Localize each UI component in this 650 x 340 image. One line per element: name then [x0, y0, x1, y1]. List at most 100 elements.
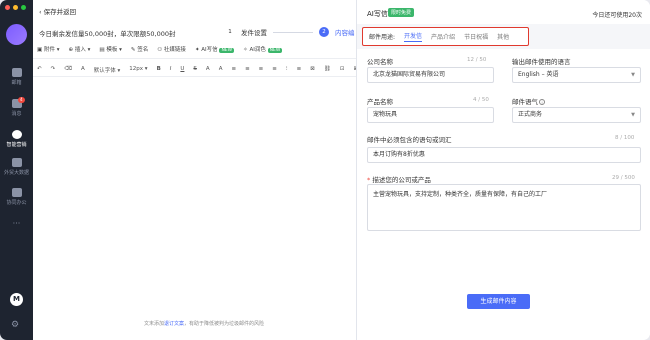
sidebar-item-mail[interactable]: 邮箱 — [0, 68, 33, 86]
marketing-icon — [11, 130, 22, 139]
gear-icon[interactable]: ⚙ — [11, 320, 19, 330]
phrase-input[interactable]: 本月订购有8折优惠 — [367, 147, 641, 163]
free-badge: 限时免费 — [388, 8, 415, 17]
insert-button[interactable]: ⊕ 插入 ▾ — [68, 45, 90, 53]
new-badge: NEW — [219, 48, 235, 53]
email-editor: ‹ 保存并返回 今日剩余发信量50,000封，单次限额50,000封 1 发件设… — [33, 0, 373, 340]
tab-development-letter[interactable]: 开发信 — [404, 31, 423, 42]
signature-button[interactable]: ✎ 签名 — [131, 45, 148, 53]
save-and-return-button[interactable]: ‹ 保存并返回 — [39, 6, 76, 16]
company-label: 公司名称 — [367, 58, 393, 66]
outdent-icon[interactable]: ≡ — [272, 66, 277, 74]
sidebar-item-marketing[interactable]: 智能营销 — [0, 130, 33, 148]
chevron-down-icon: ▼ — [631, 72, 635, 78]
toolbar-label: AI润色 — [249, 47, 266, 53]
tone-select[interactable]: 正式商务 ▼ — [512, 107, 641, 123]
ai-write-button[interactable]: ✦ AI写信 NEW — [195, 45, 235, 53]
redo-icon[interactable]: ↷ — [51, 66, 56, 74]
avatar[interactable] — [6, 24, 27, 45]
tab-holiday-greeting[interactable]: 节日祝福 — [464, 32, 488, 41]
toolbar-label: AI写信 — [201, 47, 218, 53]
more-icon[interactable]: ··· — [0, 219, 33, 228]
sidebar-item-label: 智能营销 — [6, 142, 27, 148]
purpose-label: 邮件用途: — [369, 34, 396, 41]
product-label: 产品名称 — [367, 98, 393, 106]
step-number: 2 — [319, 27, 329, 37]
ai-polish-button[interactable]: ✧ AI润色 NEW — [243, 45, 283, 53]
window-controls — [5, 5, 26, 10]
sidebar-item-bigdata[interactable]: 外贸大数据 — [0, 158, 33, 176]
image-icon[interactable]: ⊠ — [310, 66, 315, 74]
step-indicator: 1 发件设置 2 内容编 — [225, 27, 355, 37]
font-size-select[interactable]: 12px ▾ — [129, 66, 147, 74]
code-icon[interactable]: ⊡ — [340, 66, 345, 74]
strike-icon[interactable]: S — [193, 66, 197, 74]
company-count: 12 / 50 — [467, 57, 487, 63]
template-button[interactable]: ▤ 模板 ▾ — [99, 45, 121, 53]
info-icon[interactable]: i — [539, 99, 545, 105]
product-count: 4 / 50 — [473, 97, 489, 103]
generate-content-button[interactable]: 生成邮件内容 — [467, 294, 530, 309]
social-link-button[interactable]: ⚇ 社媒链接 — [157, 45, 186, 53]
new-badge: NEW — [267, 48, 283, 53]
sidebar-item-label: 邮箱 — [11, 80, 22, 86]
company-input[interactable]: 北京龙猫国际贸易有限公司 — [367, 67, 494, 83]
brand-logo-icon: M — [10, 293, 23, 306]
step-label[interactable]: 内容编 — [335, 27, 355, 37]
minimize-window-button[interactable] — [13, 5, 18, 10]
language-value: English – 英语 — [518, 71, 559, 78]
language-select[interactable]: English – 英语 ▼ — [512, 67, 641, 83]
sidebar-item-message[interactable]: 4 消息 — [0, 97, 33, 117]
font-color-icon[interactable]: A — [206, 66, 210, 74]
describe-label: * 描述您的公司或产品 — [367, 174, 431, 184]
tab-other[interactable]: 其他 — [497, 32, 509, 41]
maximize-window-button[interactable] — [21, 5, 26, 10]
sidebar: 邮箱 4 消息 智能营销 外贸大数据 协同办公 ··· M ⚙ — [0, 0, 33, 340]
bigdata-icon — [11, 158, 22, 167]
quote-icon[interactable]: ≡ — [297, 66, 302, 74]
sidebar-item-label: 外贸大数据 — [3, 170, 29, 176]
language-label: 输出邮件使用的语言 — [512, 58, 571, 66]
sidebar-item-label: 协同办公 — [6, 200, 27, 206]
panel-header: AI写信 限时免费 今日还可使用20次 — [357, 0, 650, 24]
product-input[interactable]: 宠物玩具 — [367, 107, 494, 123]
undo-icon[interactable]: ↶ — [37, 66, 42, 74]
describe-textarea[interactable]: 主营宠物玩具，支持定制，种类齐全，质量有保障，有自己的工厂 — [367, 184, 641, 231]
toolbar-label: 签名 — [137, 47, 149, 53]
ai-write-panel: AI写信 限时免费 今日还可使用20次 邮件用途: 开发信 产品介绍 节日祝福 … — [356, 0, 650, 340]
divider — [33, 58, 356, 59]
tone-label: 邮件语气 i — [512, 96, 545, 106]
clear-format-icon[interactable]: ⌫ — [64, 66, 72, 74]
purpose-tabs: 邮件用途: 开发信 产品介绍 节日祝福 其他 — [362, 27, 529, 46]
line-height-icon[interactable]: ⁝ — [286, 66, 288, 74]
font-family-select[interactable]: 默认字体 ▾ — [94, 66, 121, 74]
align-icon[interactable]: ≡ — [231, 66, 236, 74]
attachment-button[interactable]: ▣ 附件 ▾ — [37, 45, 59, 53]
underline-icon[interactable]: U — [180, 66, 184, 74]
panel-title: AI写信 — [367, 10, 388, 18]
italic-icon[interactable]: I — [170, 66, 172, 74]
sidebar-item-label: 消息 — [11, 111, 22, 117]
link-icon[interactable]: ⛓ — [324, 66, 331, 74]
tone-value: 正式商务 — [518, 111, 543, 118]
close-window-button[interactable] — [5, 5, 10, 10]
panel-form: 公司名称 12 / 50 北京龙猫国际贸易有限公司 输出邮件使用的语言 Engl… — [357, 49, 650, 340]
bold-icon[interactable]: B — [157, 66, 161, 74]
toolbar-label: 模板 — [106, 47, 118, 53]
sidebar-item-collab[interactable]: 协同办公 — [0, 188, 33, 206]
unsubscribe-link[interactable]: 退订文案 — [164, 321, 184, 327]
step-label[interactable]: 发件设置 — [241, 27, 267, 37]
remaining-uses: 今日还可使用20次 — [592, 12, 642, 19]
list-icon[interactable]: ≡ — [245, 66, 250, 74]
app-window: 邮箱 4 消息 智能营销 外贸大数据 协同办公 ··· M ⚙ ‹ 保存并返回 … — [0, 0, 650, 340]
font-family-value: 默认字体 — [93, 68, 116, 74]
step-number: 1 — [225, 27, 235, 37]
tab-product-intro[interactable]: 产品介绍 — [431, 32, 455, 41]
unsubscribe-note: 文末添加退订文案，有助于降低被判为垃圾邮件的风险 — [144, 320, 264, 327]
format-painter-icon[interactable]: A — [81, 66, 85, 74]
editor-toolbar-format: ↶ ↷ ⌫ A 默认字体 ▾ 12px ▾ B I U S A A ≡ ≡ ≡ … — [37, 66, 373, 74]
bg-color-icon[interactable]: A — [219, 66, 223, 74]
footer-text: 文末添加 — [144, 321, 165, 327]
indent-icon[interactable]: ≡ — [259, 66, 264, 74]
toolbar-label: 附件 — [43, 47, 55, 53]
